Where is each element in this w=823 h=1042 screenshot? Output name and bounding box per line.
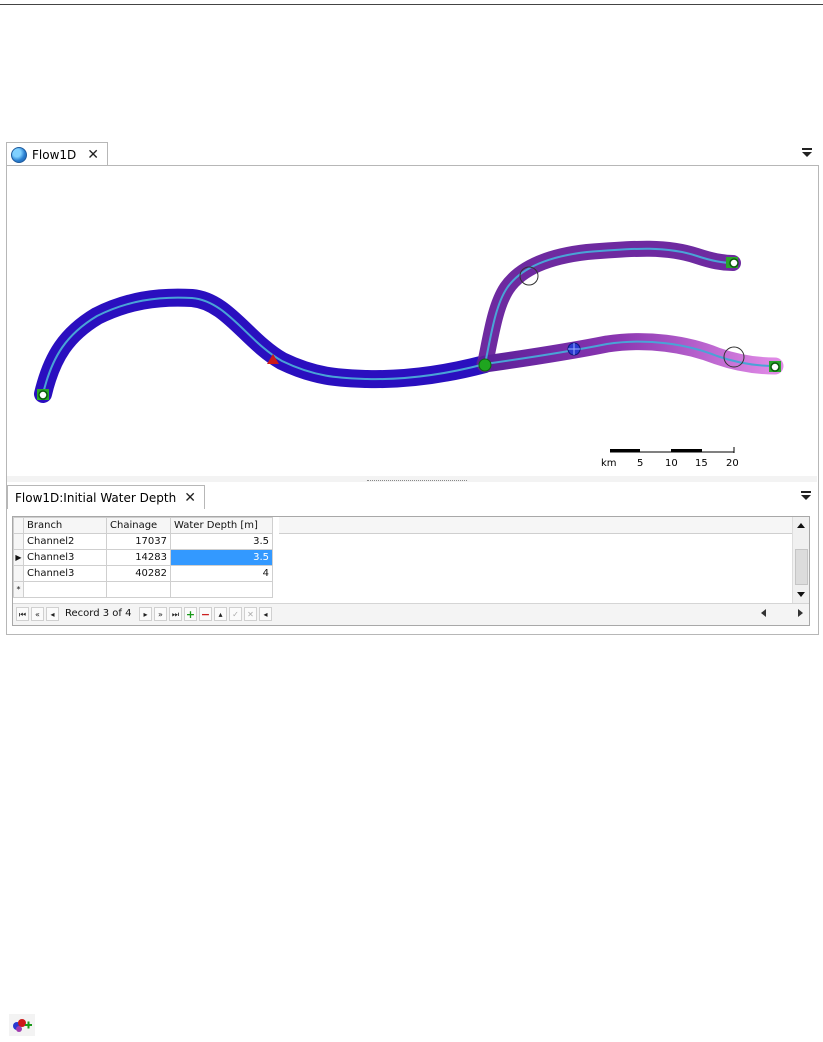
current-row-indicator[interactable]: ▶	[13, 549, 24, 566]
new-cell-chainage[interactable]	[106, 581, 171, 598]
scale-tick-5: 5	[637, 458, 643, 469]
table-row[interactable]: Channel2 17037 3.5	[13, 533, 273, 550]
tab-initial-water-depth[interactable]: Flow1D:Initial Water Depth ✕	[7, 485, 205, 509]
tab-initial-water-depth-label: Flow1D:Initial Water Depth	[15, 490, 177, 505]
record-position-text: Record 3 of 4	[65, 608, 132, 619]
new-row[interactable]: *	[13, 581, 273, 598]
cell-branch[interactable]: Channel2	[23, 533, 107, 550]
scroll-left-button[interactable]: ◂	[259, 607, 272, 621]
cell-branch[interactable]: Channel3	[23, 549, 107, 566]
scale-bar: km 5 10 15 20	[601, 447, 739, 469]
boundary-node-left	[37, 389, 49, 400]
vertical-scrollbar[interactable]	[792, 517, 809, 603]
cell-chainage[interactable]: 17037	[106, 533, 171, 550]
previous-record-button[interactable]: ◂	[46, 607, 59, 621]
cell-chainage[interactable]: 40282	[106, 565, 171, 582]
hscroll-right-icon[interactable]	[798, 609, 803, 617]
tab-flow1d[interactable]: Flow1D ✕	[6, 142, 108, 166]
column-header-branch[interactable]: Branch	[23, 517, 107, 534]
scroll-thumb[interactable]	[795, 549, 808, 585]
next-record-button[interactable]: ▸	[139, 607, 152, 621]
record-navigator: ⏮ « ◂ Record 3 of 4 ▸ » ⏭ + − ▴ ✓ ✕ ◂	[13, 603, 809, 625]
new-cell-water-depth[interactable]	[170, 581, 273, 598]
scroll-down-icon[interactable]	[797, 592, 805, 597]
row-indicator-header	[13, 517, 24, 534]
page-top-rule	[0, 4, 823, 5]
table-header-row: Branch Chainage Water Depth [m]	[13, 517, 273, 534]
tab-overflow-icon[interactable]	[801, 489, 811, 501]
table-row[interactable]: ▶ Channel3 14283 3.5	[13, 549, 273, 566]
scroll-up-icon[interactable]	[797, 523, 805, 528]
scale-unit: km	[601, 458, 617, 469]
main-tab-strip: Flow1D ✕	[6, 142, 818, 166]
globe-icon	[11, 146, 27, 163]
cell-water-depth[interactable]: 3.5	[170, 533, 273, 550]
plugin-app-icon	[9, 1014, 35, 1036]
cancel-edit-button[interactable]: ✕	[244, 607, 257, 621]
lower-tab-strip: Flow1D:Initial Water Depth ✕	[7, 485, 817, 509]
grid-header-filler	[279, 517, 793, 534]
table-row[interactable]: Channel3 40282 4	[13, 565, 273, 582]
scale-tick-20: 20	[726, 458, 739, 469]
row-indicator[interactable]	[13, 533, 24, 550]
end-edit-button[interactable]: ✓	[229, 607, 242, 621]
map-view[interactable]: km 5 10 15 20	[7, 166, 817, 476]
hscroll-left-icon[interactable]	[761, 609, 766, 617]
previous-page-button[interactable]: «	[31, 607, 44, 621]
tab-flow1d-label: Flow1D	[32, 147, 77, 162]
cell-chainage[interactable]: 14283	[106, 549, 171, 566]
cell-water-depth-selected[interactable]: 3.5	[170, 549, 273, 566]
channel3-water-depth	[476, 333, 784, 375]
next-page-button[interactable]: »	[154, 607, 167, 621]
close-icon[interactable]: ✕	[184, 490, 196, 506]
first-record-button[interactable]: ⏮	[16, 607, 29, 621]
boundary-node-bottom-right	[769, 361, 781, 372]
new-cell-branch[interactable]	[23, 581, 107, 598]
column-header-chainage[interactable]: Chainage	[106, 517, 171, 534]
column-header-water-depth[interactable]: Water Depth [m]	[170, 517, 273, 534]
scale-tick-15: 15	[695, 458, 708, 469]
boundary-node-top-right	[726, 257, 739, 268]
channel1-water-depth	[34, 288, 494, 403]
junction-node	[478, 358, 492, 372]
tab-overflow-icon[interactable]	[802, 146, 812, 158]
row-indicator[interactable]	[13, 565, 24, 582]
new-row-indicator[interactable]: *	[13, 581, 24, 598]
water-depth-grid: Branch Chainage Water Depth [m] Channel2…	[12, 516, 810, 626]
panel-splitter[interactable]	[7, 476, 817, 482]
delete-record-button[interactable]: −	[199, 607, 212, 621]
splitter-grip[interactable]	[367, 477, 467, 481]
close-icon[interactable]: ✕	[87, 147, 99, 163]
last-record-button[interactable]: ⏭	[169, 607, 182, 621]
cell-water-depth[interactable]: 4	[170, 565, 273, 582]
water-depth-table: Branch Chainage Water Depth [m] Channel2…	[13, 517, 273, 598]
scale-tick-10: 10	[665, 458, 678, 469]
add-record-button[interactable]: +	[184, 607, 197, 621]
edit-record-button[interactable]: ▴	[214, 607, 227, 621]
cell-branch[interactable]: Channel3	[23, 565, 107, 582]
